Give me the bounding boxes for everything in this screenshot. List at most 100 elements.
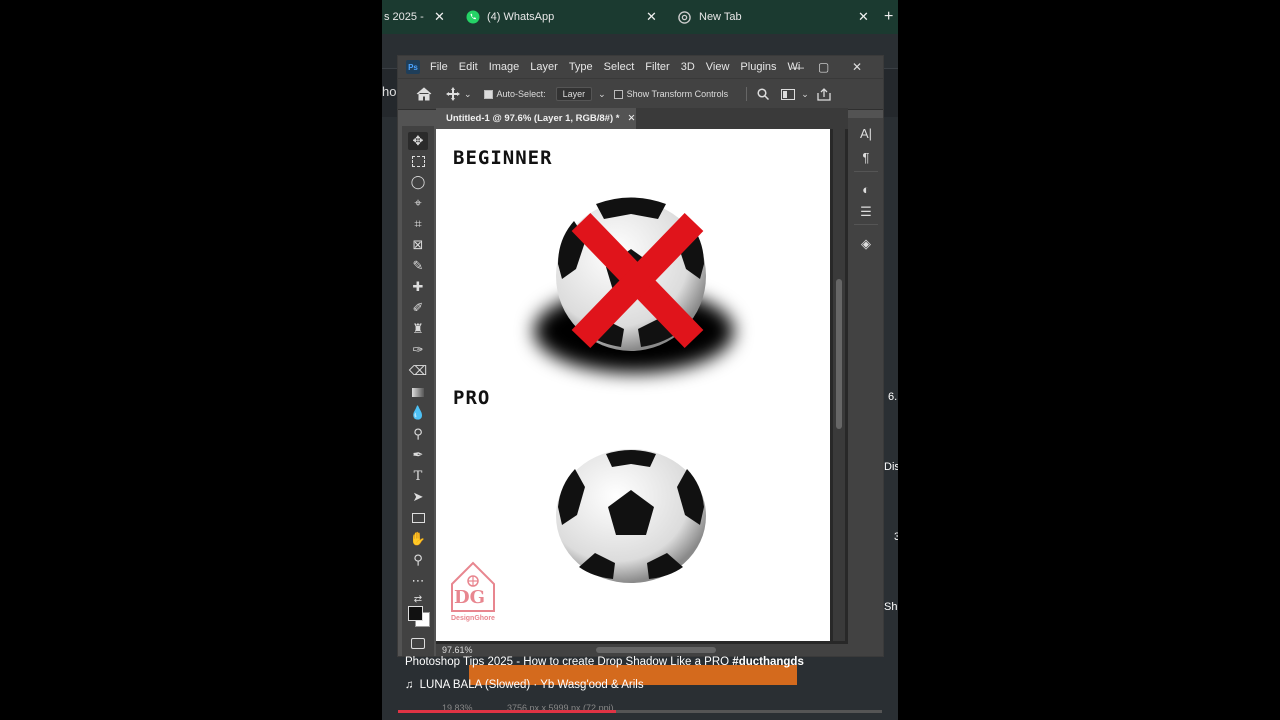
menu-image[interactable]: Image — [489, 61, 520, 73]
tab-title: New Tab — [699, 11, 742, 23]
paragraph-icon[interactable]: ¶ — [856, 148, 876, 166]
vertical-scrollbar[interactable] — [833, 129, 845, 641]
menu-filter[interactable]: Filter — [645, 61, 669, 73]
ps-menu-bar: Ps File Edit Image Layer Type Select Fil… — [398, 56, 883, 78]
tab-title: (4) WhatsApp — [487, 11, 555, 23]
photoshop-logo-icon: Ps — [406, 60, 420, 74]
dislike-label[interactable]: Dis — [884, 461, 898, 473]
music-note-icon: ♫ — [405, 679, 414, 691]
video-hashtag[interactable]: #ducthangds — [732, 656, 804, 668]
music-row[interactable]: ♫ LUNA BALA (Slowed) · Yb Wasg'ood & Ari… — [405, 679, 644, 691]
pen-tool-icon[interactable]: ✒ — [408, 446, 428, 464]
divider — [746, 87, 748, 101]
eraser-tool-icon[interactable]: ⌫ — [408, 362, 428, 380]
watermark-monogram: DG — [454, 587, 485, 608]
chevron-down-icon[interactable]: ⌄ — [598, 89, 606, 100]
close-window-button[interactable]: ✕ — [852, 56, 862, 78]
close-icon[interactable]: ✕ — [434, 9, 445, 25]
photoshop-window: Ps File Edit Image Layer Type Select Fil… — [397, 55, 884, 657]
comment-count[interactable]: 3 — [894, 531, 898, 543]
underlying-page-text: ho — [382, 84, 397, 99]
type-tool-icon[interactable]: T — [408, 467, 428, 485]
properties-icon[interactable]: ☰ — [856, 203, 876, 221]
video-progress-fill — [398, 710, 616, 713]
workspace-icon[interactable] — [781, 88, 796, 100]
home-icon[interactable] — [416, 87, 432, 101]
blur-tool-icon[interactable]: 💧 — [408, 404, 428, 422]
divider — [854, 224, 878, 225]
menu-3d[interactable]: 3D — [681, 61, 695, 73]
frame-tool-icon[interactable]: ⊠ — [408, 236, 428, 254]
browser-tab-bar: s 2025 - ✕ (4) WhatsApp ✕ New Tab ✕ + — [382, 0, 898, 34]
minimize-button[interactable]: — — [792, 56, 804, 78]
more-tools-icon[interactable]: ⋯ — [408, 572, 428, 590]
search-icon[interactable] — [757, 88, 770, 100]
canvas-area: BEGINNER PRO DG DesignGhore — [436, 129, 848, 644]
share-icon[interactable] — [817, 87, 831, 101]
chrome-icon — [678, 10, 691, 24]
brush-tool-icon[interactable]: ✐ — [408, 299, 428, 317]
menu-plugins[interactable]: Plugins — [740, 61, 776, 73]
auto-select-checkbox[interactable] — [483, 89, 493, 99]
rectangle-tool-icon[interactable] — [408, 509, 428, 527]
soccer-ball-beginner — [534, 197, 734, 373]
close-icon[interactable]: ✕ — [627, 113, 635, 124]
browser-tab-1[interactable]: s 2025 - ✕ — [382, 0, 450, 34]
menu-edit[interactable]: Edit — [459, 61, 478, 73]
menu-select[interactable]: Select — [604, 61, 635, 73]
document-canvas[interactable]: BEGINNER PRO DG DesignGhore — [436, 129, 830, 641]
browser-tab-whatsapp[interactable]: (4) WhatsApp ✕ — [454, 0, 664, 34]
path-select-tool-icon[interactable]: ➤ — [408, 488, 428, 506]
history-brush-tool-icon[interactable]: ✑ — [408, 341, 428, 359]
app-stage: s 2025 - ✕ (4) WhatsApp ✕ New Tab ✕ + ho… — [382, 0, 898, 720]
scrollbar-thumb[interactable] — [836, 279, 842, 429]
menu-layer[interactable]: Layer — [530, 61, 558, 73]
watermark-brand: DesignGhore — [451, 615, 495, 622]
chevron-down-icon[interactable]: ⌄ — [464, 89, 472, 100]
zoom-tool-icon[interactable]: ⚲ — [408, 551, 428, 569]
menu-view[interactable]: View — [706, 61, 730, 73]
gradient-tool-icon[interactable] — [408, 383, 428, 401]
quick-mask-icon[interactable] — [408, 634, 428, 652]
video-title[interactable]: Photoshop Tips 2025 - How to create Drop… — [405, 656, 875, 668]
ps-right-panel: A| ¶ ◐ ☰ ◈ — [848, 118, 883, 656]
zoom-level[interactable]: 97.61% — [442, 645, 473, 655]
auto-select-dropdown[interactable]: Layer — [555, 87, 593, 101]
menu-file[interactable]: File — [430, 61, 448, 73]
close-icon[interactable]: ✕ — [858, 9, 869, 25]
move-tool-icon[interactable]: ✥ — [408, 132, 428, 150]
maximize-button[interactable]: ▢ — [818, 56, 829, 78]
quick-select-tool-icon[interactable]: ⌖ — [408, 194, 428, 212]
share-label[interactable]: Sh — [884, 601, 897, 613]
healing-brush-tool-icon[interactable]: ✚ — [408, 278, 428, 296]
soccer-ball-pro — [556, 449, 706, 583]
ps-toolbar: ✥ ◯ ⌖ ⌗ ⊠ ✎ ✚ ✐ ♜ ✑ ⌫ 💧 ⚲ ✒ T ➤ ✋ ⚲ ⋯ ⇄ — [402, 126, 434, 656]
adjustments-icon[interactable]: ◐ — [856, 180, 876, 198]
like-count[interactable]: 6. — [888, 391, 897, 403]
chevron-down-icon[interactable]: ⌄ — [801, 89, 809, 100]
document-tab[interactable]: Untitled-1 @ 97.6% (Layer 1, RGB/8#) * ✕ — [436, 108, 636, 129]
foreground-color-swatch[interactable] — [408, 606, 423, 621]
video-title-text: Photoshop Tips 2025 - How to create Drop… — [405, 656, 733, 668]
ps-document-tab-row: Untitled-1 @ 97.6% (Layer 1, RGB/8#) * ✕ — [436, 108, 848, 129]
menu-type[interactable]: Type — [569, 61, 593, 73]
character-icon[interactable]: A| — [856, 124, 876, 142]
stamp-tool-icon[interactable]: ♜ — [408, 320, 428, 338]
layers-icon[interactable]: ◈ — [856, 235, 876, 253]
new-tab-button[interactable]: + — [884, 8, 893, 26]
divider — [854, 171, 878, 172]
eyedropper-tool-icon[interactable]: ✎ — [408, 257, 428, 275]
transform-controls-checkbox[interactable] — [613, 89, 623, 99]
document-tab-title: Untitled-1 @ 97.6% (Layer 1, RGB/8#) * — [446, 113, 620, 124]
close-icon[interactable]: ✕ — [646, 9, 657, 25]
move-tool-icon[interactable] — [446, 87, 460, 101]
horizontal-scrollbar-thumb[interactable] — [596, 647, 716, 653]
hand-tool-icon[interactable]: ✋ — [408, 530, 428, 548]
video-progress-track[interactable] — [398, 710, 882, 713]
lasso-tool-icon[interactable]: ◯ — [408, 173, 428, 191]
crop-tool-icon[interactable]: ⌗ — [408, 215, 428, 233]
dodge-tool-icon[interactable]: ⚲ — [408, 425, 428, 443]
marquee-tool-icon[interactable] — [408, 152, 428, 170]
browser-tab-new[interactable]: New Tab ✕ — [668, 0, 874, 34]
music-title: LUNA BALA (Slowed) · Yb Wasg'ood & Arils — [419, 679, 644, 691]
